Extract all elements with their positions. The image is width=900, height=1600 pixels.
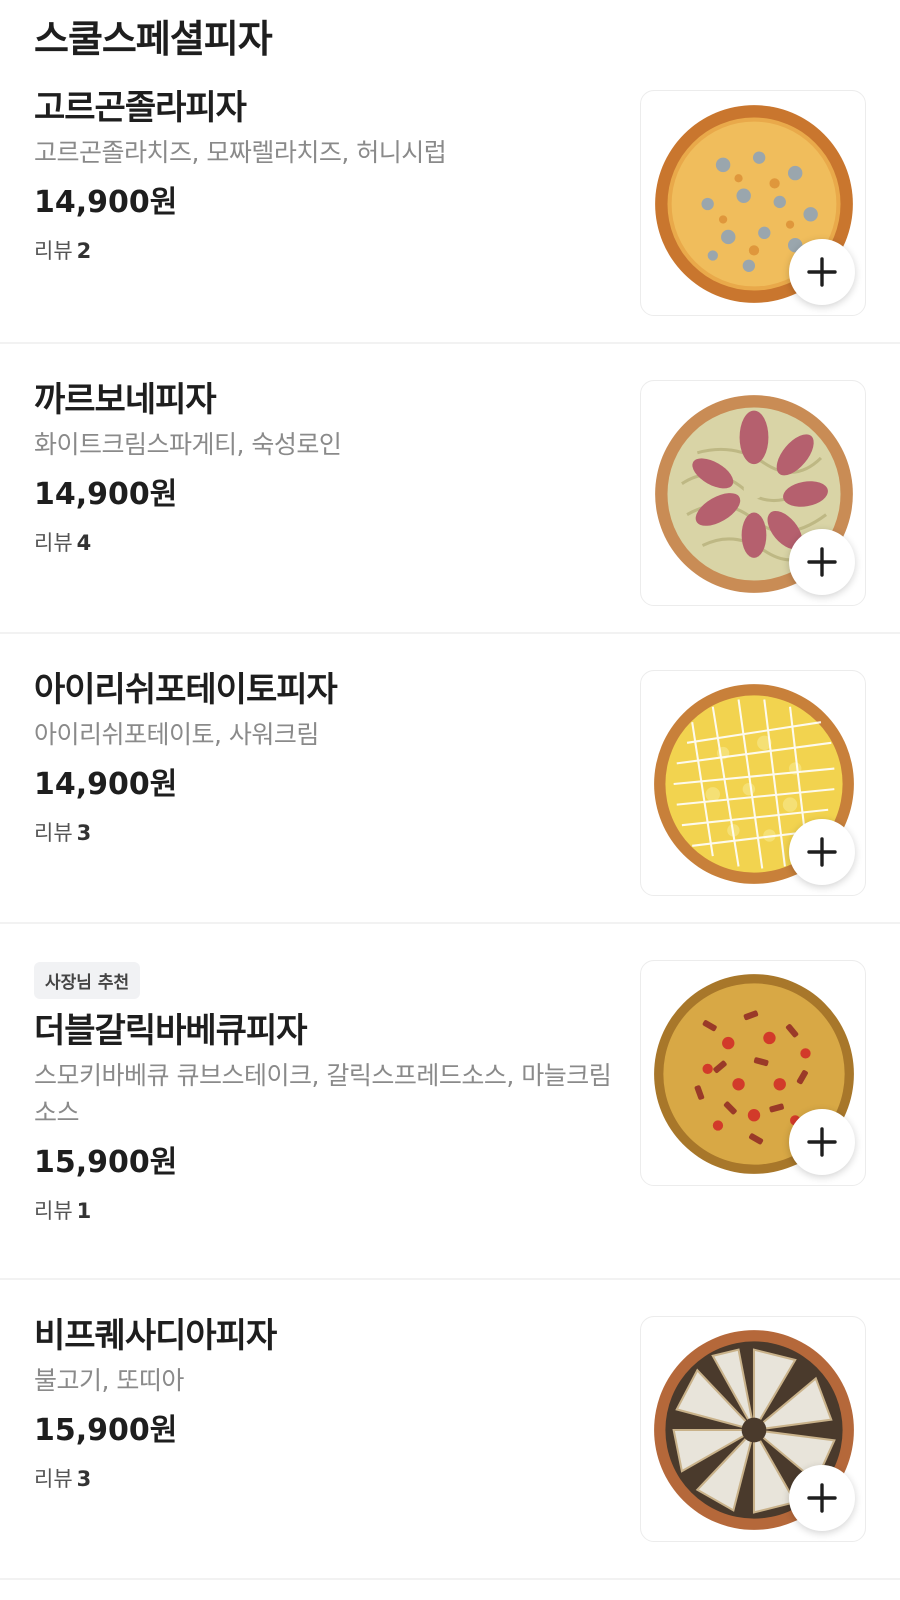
menu-item-price: 15,900원 xyxy=(34,1413,178,1448)
section-title: 스쿨스페셜피자 xyxy=(34,17,273,61)
menu-item-name: 까르보네피자 xyxy=(34,380,217,420)
menu-item-info: 사장님 추천 더블갈릭바베큐피자 스모키바베큐 큐브스테이크, 갈릭스프레드소스… xyxy=(34,962,614,1225)
review-label: 리뷰 xyxy=(34,1467,73,1491)
menu-item-description: 고르곤졸라치즈, 모짜렐라치즈, 허니시럽 xyxy=(34,138,447,167)
beef-quesadilla-pizza-image[interactable] xyxy=(640,1316,866,1542)
review-count: 1 xyxy=(76,1199,92,1223)
menu-item-info: 아이리쉬포테이토피자 아이리쉬포테이토, 사워크림 14,900원 리뷰 3 xyxy=(34,668,614,847)
recommendation-badge: 사장님 추천 xyxy=(34,962,141,999)
double-garlic-bbq-pizza-image[interactable] xyxy=(640,960,866,1186)
menu-item-name: 비프퀘사디아피자 xyxy=(34,1316,277,1356)
review-label: 리뷰 xyxy=(34,531,73,555)
menu-item-double-garlic-bbq[interactable]: 사장님 추천 더블갈릭바베큐피자 스모키바베큐 큐브스테이크, 갈릭스프레드소스… xyxy=(0,924,900,1280)
review-label: 리뷰 xyxy=(34,1199,73,1223)
menu-item-reviews: 리뷰 2 xyxy=(34,235,614,265)
menu-item-price: 14,900원 xyxy=(34,767,178,802)
menu-item-price: 15,900원 xyxy=(34,1145,178,1180)
menu-item-price: 14,900원 xyxy=(34,185,178,220)
menu-item-name: 아이리쉬포테이토피자 xyxy=(34,670,338,710)
menu-item-carbonara[interactable]: 까르보네피자 화이트크림스파게티, 숙성로인 14,900원 리뷰 4 xyxy=(0,344,900,634)
add-to-cart-button[interactable] xyxy=(789,1465,855,1531)
menu-item-reviews: 리뷰 3 xyxy=(34,817,614,847)
menu-item-info: 비프퀘사디아피자 불고기, 또띠아 15,900원 리뷰 3 xyxy=(34,1314,614,1493)
add-to-cart-button[interactable] xyxy=(789,819,855,885)
review-label: 리뷰 xyxy=(34,821,73,845)
menu-item-description: 화이트크림스파게티, 숙성로인 xyxy=(34,430,342,459)
review-count: 3 xyxy=(76,821,92,845)
menu-item-name: 고르곤졸라피자 xyxy=(34,88,247,128)
add-to-cart-button[interactable] xyxy=(789,529,855,595)
review-label: 리뷰 xyxy=(34,239,73,263)
gorgonzola-pizza-image[interactable] xyxy=(640,90,866,316)
carbonara-pizza-image[interactable] xyxy=(640,380,866,606)
menu-item-info: 까르보네피자 화이트크림스파게티, 숙성로인 14,900원 리뷰 4 xyxy=(34,378,614,557)
plus-icon xyxy=(807,1483,837,1513)
menu-item-description: 아이리쉬포테이토, 사워크림 xyxy=(34,720,319,749)
menu-item-price: 14,900원 xyxy=(34,477,178,512)
plus-icon xyxy=(807,837,837,867)
menu-item-description: 불고기, 또띠아 xyxy=(34,1366,184,1395)
review-count: 4 xyxy=(76,531,92,555)
menu-item-irish-potato[interactable]: 아이리쉬포테이토피자 아이리쉬포테이토, 사워크림 14,900원 리뷰 3 xyxy=(0,634,900,924)
add-to-cart-button[interactable] xyxy=(789,1109,855,1175)
plus-icon xyxy=(807,547,837,577)
menu-item-description: 스모키바베큐 큐브스테이크, 갈릭스프레드소스, 마늘크림소스 xyxy=(34,1061,612,1127)
menu-item-gorgonzola[interactable]: 고르곤졸라피자 고르곤졸라치즈, 모짜렐라치즈, 허니시럽 14,900원 리뷰… xyxy=(0,72,900,344)
review-count: 2 xyxy=(76,239,92,263)
irish-potato-pizza-image[interactable] xyxy=(640,670,866,896)
menu-item-info: 고르곤졸라피자 고르곤졸라치즈, 모짜렐라치즈, 허니시럽 14,900원 리뷰… xyxy=(34,86,614,265)
menu-item-reviews: 리뷰 1 xyxy=(34,1195,614,1225)
menu-item-beef-quesadilla[interactable]: 비프퀘사디아피자 불고기, 또띠아 15,900원 리뷰 3 xyxy=(0,1280,900,1580)
plus-icon xyxy=(807,257,837,287)
add-to-cart-button[interactable] xyxy=(789,239,855,305)
menu-item-reviews: 리뷰 4 xyxy=(34,527,614,557)
menu-item-reviews: 리뷰 3 xyxy=(34,1463,614,1493)
plus-icon xyxy=(807,1127,837,1157)
menu-item-name: 더블갈릭바베큐피자 xyxy=(34,1011,308,1051)
review-count: 3 xyxy=(76,1467,92,1491)
menu-list: 고르곤졸라피자 고르곤졸라치즈, 모짜렐라치즈, 허니시럽 14,900원 리뷰… xyxy=(0,72,900,1580)
